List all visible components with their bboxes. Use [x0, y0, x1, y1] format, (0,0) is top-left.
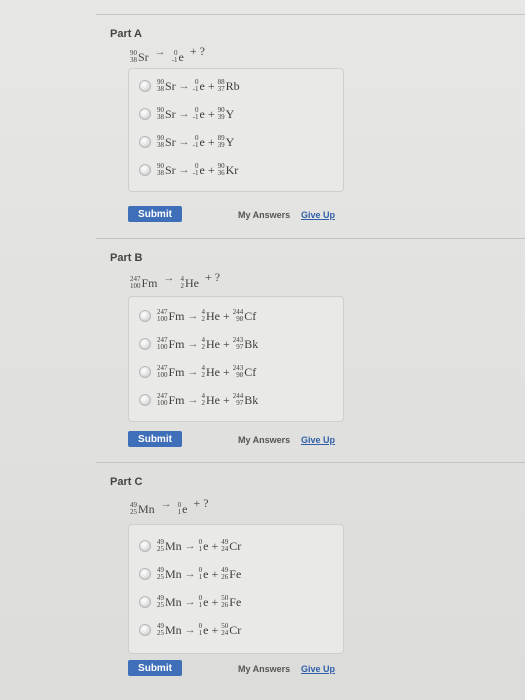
radio-button[interactable] — [139, 80, 151, 92]
divider — [96, 238, 525, 239]
choice-equation: 247 100 Fm → 4 2 He + 244 97 Bk — [157, 392, 259, 407]
my-answers-link[interactable]: My Answers — [238, 435, 290, 445]
question-page: Part A 90 38 Sr → 0 -1 e + ? 90 38 Sr → 0 -1 e +… — [0, 0, 525, 700]
choice-equation: 247 100 Fm → 4 2 He + 243 98 Cf — [157, 364, 257, 379]
nuclide: 49 25 Mn — [130, 501, 155, 516]
choice-equation: 49 25 Mn → 01e + 50 26 Fe — [157, 594, 242, 609]
radio-button[interactable] — [139, 596, 151, 608]
part-title: Part B — [110, 252, 143, 264]
unknown-term: + ? — [189, 44, 205, 58]
my-answers-link[interactable]: My Answers — [238, 664, 290, 674]
nuclide: 4 2 He — [180, 275, 200, 290]
answer-choices: 49 25 Mn → 01e + 49 24 Cr 49 25 Mn → 01e + 49 2… — [128, 524, 344, 654]
choice-equation: 49 25 Mn → 01e + 49 26 Fe — [157, 566, 242, 581]
answer-choices: 90 38 Sr → 0 -1 e + 88 37 Rb 90 38 Sr → 0 -1 e + 9… — [128, 68, 344, 192]
divider — [96, 462, 525, 463]
nuclide: 90 38 Sr — [130, 49, 149, 64]
radio-button[interactable] — [139, 338, 151, 350]
choice-equation: 49 25 Mn → 01e + 49 24 Cr — [157, 538, 242, 553]
question-equation: 247 100 Fm → 4 2 He + ? — [130, 270, 223, 291]
choice-3[interactable]: 49 25 Mn → 01e + 50 26 Fe — [139, 591, 241, 613]
choice-2[interactable]: 90 38 Sr → 0 -1 e + 90 39 Y — [139, 103, 234, 125]
nuclide: 247 100 Fm — [130, 275, 158, 290]
choice-3[interactable]: 247 100 Fm → 4 2 He + 243 98 Cf — [139, 361, 256, 383]
nuclide: 0 -1 e — [171, 49, 184, 64]
unknown-term: + ? — [193, 496, 209, 510]
choice-1[interactable]: 49 25 Mn → 01e + 49 24 Cr — [139, 535, 241, 557]
submit-button[interactable]: Submit — [128, 206, 182, 222]
divider — [96, 14, 525, 15]
radio-button[interactable] — [139, 310, 151, 322]
nuclide: 01e — [177, 501, 188, 516]
radio-button[interactable] — [139, 164, 151, 176]
reaction-arrow: → — [160, 498, 172, 510]
choice-equation: 90 38 Sr → 0 -1 e + 88 37 Rb — [157, 78, 240, 93]
part-title: Part A — [110, 28, 142, 40]
choice-2[interactable]: 247 100 Fm → 4 2 He + 243 97 Bk — [139, 333, 258, 355]
choice-4[interactable]: 49 25 Mn → 01e + 50 24 Cr — [139, 619, 241, 641]
choice-2[interactable]: 49 25 Mn → 01e + 49 26 Fe — [139, 563, 241, 585]
choice-equation: 90 38 Sr → 0 -1 e + 89 39 Y — [157, 134, 235, 149]
submit-button[interactable]: Submit — [128, 431, 182, 447]
question-equation: 49 25 Mn → 01e + ? — [130, 496, 212, 517]
radio-button[interactable] — [139, 568, 151, 580]
unknown-term: + ? — [205, 270, 221, 284]
radio-button[interactable] — [139, 394, 151, 406]
question-equation: 90 38 Sr → 0 -1 e + ? — [130, 44, 208, 65]
radio-button[interactable] — [139, 366, 151, 378]
radio-button[interactable] — [139, 108, 151, 120]
give-up-link[interactable]: Give Up — [301, 435, 335, 445]
my-answers-link[interactable]: My Answers — [238, 210, 290, 220]
choice-4[interactable]: 90 38 Sr → 0 -1 e + 90 36 Kr — [139, 159, 238, 181]
choice-equation: 90 38 Sr → 0 -1 e + 90 39 Y — [157, 106, 235, 121]
choice-1[interactable]: 247 100 Fm → 4 2 He + 244 98 Cf — [139, 305, 256, 327]
choice-3[interactable]: 90 38 Sr → 0 -1 e + 89 39 Y — [139, 131, 234, 153]
part-title: Part C — [110, 476, 143, 488]
answer-choices: 247 100 Fm → 4 2 He + 244 98 Cf 247 100 Fm → 42H… — [128, 296, 344, 422]
give-up-link[interactable]: Give Up — [301, 664, 335, 674]
submit-button[interactable]: Submit — [128, 660, 182, 676]
radio-button[interactable] — [139, 136, 151, 148]
choice-equation: 247 100 Fm → 4 2 He + 244 98 Cf — [157, 308, 257, 323]
part-a: Part A 90 38 Sr → 0 -1 e + ? 90 38 Sr → 0 -1 e +… — [96, 18, 525, 238]
choice-4[interactable]: 247 100 Fm → 4 2 He + 244 97 Bk — [139, 389, 258, 411]
choice-1[interactable]: 90 38 Sr → 0 -1 e + 88 37 Rb — [139, 75, 240, 97]
reaction-arrow: → — [163, 272, 175, 284]
give-up-link[interactable]: Give Up — [301, 210, 335, 220]
choice-equation: 247 100 Fm → 4 2 He + 243 97 Bk — [157, 336, 259, 351]
choice-equation: 49 25 Mn → 01e + 50 24 Cr — [157, 622, 242, 637]
radio-button[interactable] — [139, 624, 151, 636]
radio-button[interactable] — [139, 540, 151, 552]
choice-equation: 90 38 Sr → 0 -1 e + 90 36 Kr — [157, 162, 239, 177]
reaction-arrow: → — [154, 46, 166, 58]
part-c: Part C 49 25 Mn → 01e + ? 49 25 Mn → 01e + 4… — [96, 464, 525, 700]
part-b: Part B 247 100 Fm → 4 2 He + ? 247 100 Fm → 42… — [96, 240, 525, 460]
